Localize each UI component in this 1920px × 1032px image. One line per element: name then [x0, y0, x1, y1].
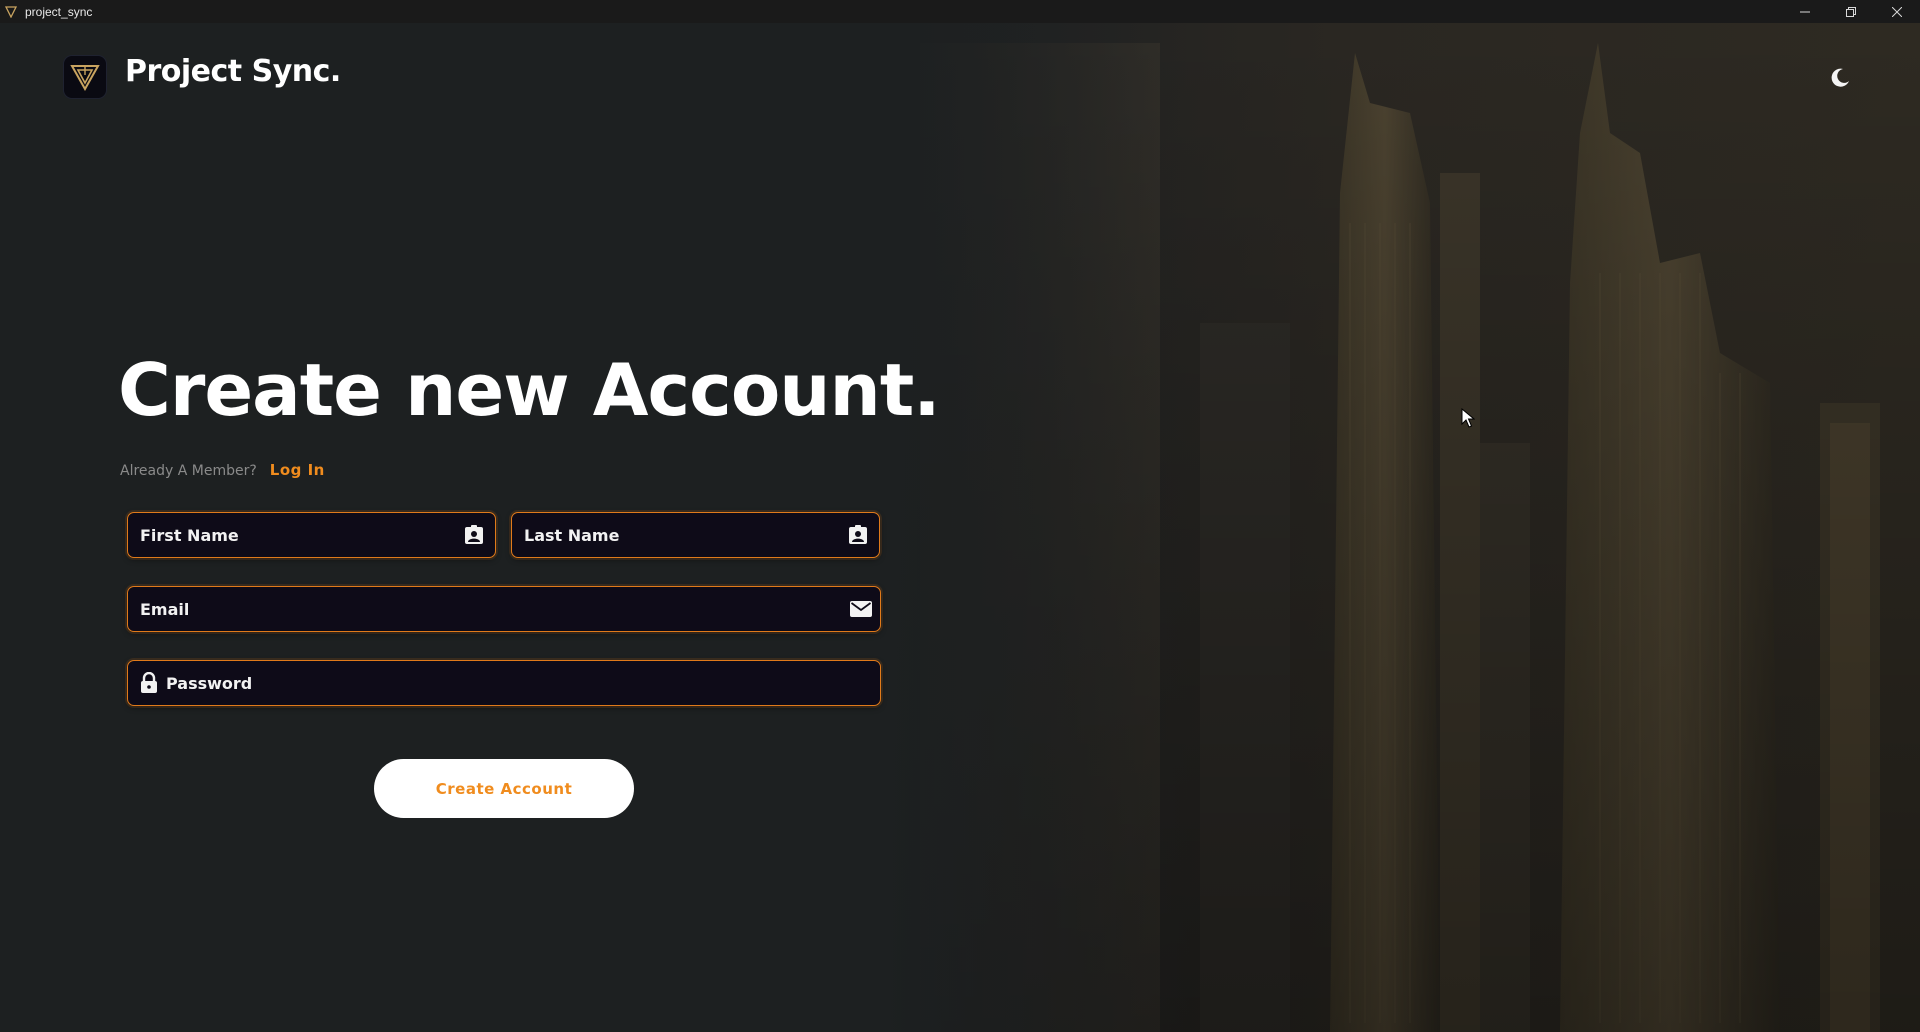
app-logo[interactable] [64, 56, 106, 98]
main-view: Project Sync. Create new Account. Alread… [0, 23, 1920, 1032]
mouse-cursor-icon [1461, 408, 1475, 428]
envelope-icon [850, 598, 872, 620]
first-name-field[interactable] [127, 512, 496, 558]
minimize-icon [1800, 11, 1810, 12]
first-name-input[interactable] [140, 513, 463, 557]
email-field[interactable] [127, 586, 881, 632]
login-link[interactable]: Log In [270, 461, 325, 479]
login-prompt: Already A Member? Log In [120, 461, 325, 479]
page-title: Create new Account. [118, 348, 941, 432]
minimize-button[interactable] [1782, 0, 1828, 23]
window-controls [1782, 0, 1920, 23]
window-title: project_sync [25, 4, 93, 19]
last-name-field[interactable] [511, 512, 880, 558]
email-input[interactable] [140, 587, 850, 631]
password-field[interactable] [127, 660, 881, 706]
restore-icon [1846, 6, 1856, 17]
member-prompt-text: Already A Member? [120, 463, 257, 479]
triangle-logo-icon [70, 65, 100, 91]
close-icon [1892, 6, 1902, 17]
restore-button[interactable] [1828, 0, 1874, 23]
contact-card-icon [847, 524, 869, 546]
theme-toggle-button[interactable] [1828, 66, 1852, 90]
create-account-button[interactable]: Create Account [374, 759, 634, 818]
lock-icon [138, 672, 160, 694]
moon-icon [1831, 68, 1849, 87]
window-titlebar: project_sync [0, 0, 1920, 23]
app-name: Project Sync. [125, 54, 341, 89]
contact-card-icon [463, 524, 485, 546]
app-logo-icon [3, 4, 19, 20]
close-button[interactable] [1874, 0, 1920, 23]
last-name-input[interactable] [524, 513, 847, 557]
password-input[interactable] [166, 661, 868, 705]
